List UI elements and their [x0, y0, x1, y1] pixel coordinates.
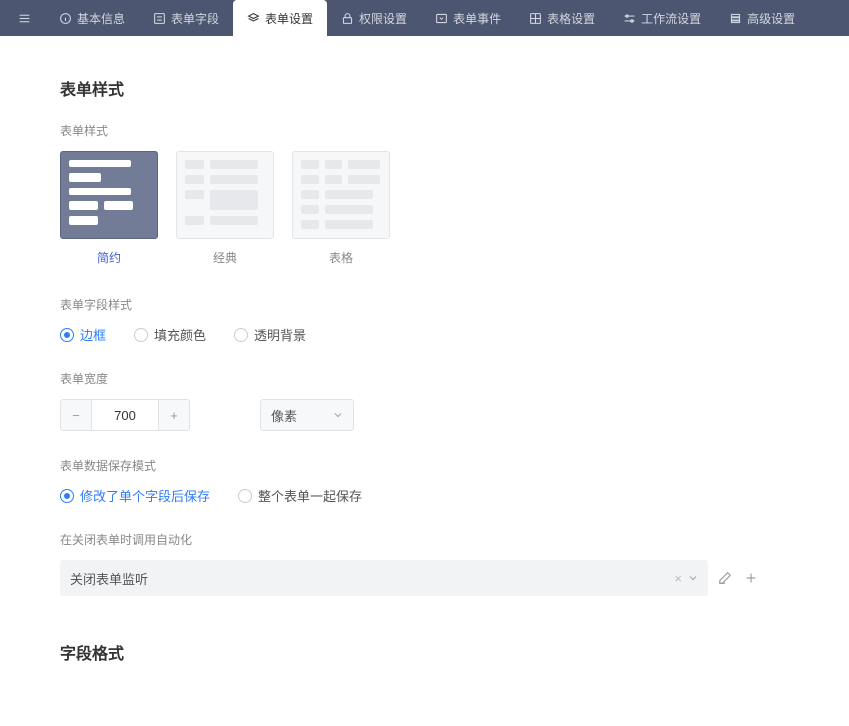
- radio-label: 修改了单个字段后保存: [80, 486, 210, 505]
- automation-select[interactable]: 关闭表单监听 ×: [60, 560, 708, 596]
- plus-icon: [744, 571, 758, 585]
- radio-label: 透明背景: [254, 325, 306, 344]
- radio-label: 整个表单一起保存: [258, 486, 362, 505]
- style-option-classic[interactable]: 经典: [176, 151, 274, 266]
- layers-icon: [247, 12, 260, 25]
- step-decrease[interactable]: −: [61, 400, 91, 430]
- clear-icon[interactable]: ×: [674, 571, 682, 586]
- tab-advanced-settings[interactable]: 高级设置: [715, 0, 809, 36]
- label-form-width: 表单宽度: [60, 370, 760, 387]
- radio-label: 填充颜色: [154, 325, 206, 344]
- style-label-simple: 简约: [97, 249, 121, 266]
- preview-table: [292, 151, 390, 239]
- tab-label: 工作流设置: [641, 10, 701, 27]
- top-tab-bar: 基本信息 表单字段 表单设置 权限设置 表单事件 表格设置 工作流设置 高级设置: [0, 0, 849, 36]
- tab-label: 表格设置: [547, 10, 595, 27]
- select-value: 像素: [271, 406, 297, 425]
- radio-transparent[interactable]: 透明背景: [234, 325, 306, 344]
- content-area: 表单样式 表单样式 简约 经典: [0, 36, 820, 726]
- save-mode-radios: 修改了单个字段后保存 整个表单一起保存: [60, 486, 760, 505]
- tab-basic-info[interactable]: 基本信息: [45, 0, 139, 36]
- section-title-field-format: 字段格式: [60, 640, 760, 664]
- radio-icon: [60, 328, 74, 342]
- tab-workflow-settings[interactable]: 工作流设置: [609, 0, 715, 36]
- tab-form-settings[interactable]: 表单设置: [233, 0, 327, 36]
- automation-value: 关闭表单监听: [70, 569, 148, 588]
- tab-form-fields[interactable]: 表单字段: [139, 0, 233, 36]
- label-automation: 在关闭表单时调用自动化: [60, 531, 760, 548]
- radio-save-whole[interactable]: 整个表单一起保存: [238, 486, 362, 505]
- lock-icon: [341, 12, 354, 25]
- style-option-table[interactable]: 表格: [292, 151, 390, 266]
- style-label-classic: 经典: [213, 249, 237, 266]
- stack-icon: [729, 12, 742, 25]
- tab-permissions[interactable]: 权限设置: [327, 0, 421, 36]
- radio-label: 边框: [80, 325, 106, 344]
- section-title-form-style: 表单样式: [60, 76, 760, 100]
- style-label-table: 表格: [329, 249, 353, 266]
- add-automation-button[interactable]: [742, 569, 760, 587]
- tab-label: 权限设置: [359, 10, 407, 27]
- automation-row: 关闭表单监听 ×: [60, 560, 760, 596]
- preview-simple: [60, 151, 158, 239]
- style-option-simple[interactable]: 简约: [60, 151, 158, 266]
- radio-icon: [234, 328, 248, 342]
- preview-classic: [176, 151, 274, 239]
- radio-border[interactable]: 边框: [60, 325, 106, 344]
- event-icon: [435, 12, 448, 25]
- width-unit-select[interactable]: 像素: [260, 399, 354, 431]
- tab-label: 表单事件: [453, 10, 501, 27]
- menu-toggle[interactable]: [4, 0, 45, 36]
- tab-label: 表单设置: [265, 10, 313, 27]
- chevron-down-icon: [333, 410, 343, 420]
- label-field-style: 表单字段样式: [60, 296, 760, 313]
- style-options: 简约 经典 表格: [60, 151, 760, 266]
- width-stepper: − 700 +: [60, 399, 190, 431]
- radio-save-single[interactable]: 修改了单个字段后保存: [60, 486, 210, 505]
- label-save-mode: 表单数据保存模式: [60, 457, 760, 474]
- radio-icon: [134, 328, 148, 342]
- chevron-down-icon[interactable]: [688, 573, 698, 583]
- width-row: − 700 + 像素: [60, 399, 760, 431]
- grid-icon: [529, 12, 542, 25]
- automation-controls: ×: [674, 571, 698, 586]
- tab-label: 表单字段: [171, 10, 219, 27]
- tab-label: 基本信息: [77, 10, 125, 27]
- step-increase[interactable]: +: [159, 400, 189, 430]
- step-value[interactable]: 700: [91, 400, 159, 430]
- list-icon: [153, 12, 166, 25]
- flow-icon: [623, 12, 636, 25]
- tab-form-events[interactable]: 表单事件: [421, 0, 515, 36]
- radio-icon: [60, 489, 74, 503]
- info-icon: [59, 12, 72, 25]
- field-style-radios: 边框 填充颜色 透明背景: [60, 325, 760, 344]
- pencil-icon: [718, 571, 732, 585]
- tab-table-settings[interactable]: 表格设置: [515, 0, 609, 36]
- edit-automation-button[interactable]: [716, 569, 734, 587]
- radio-fill[interactable]: 填充颜色: [134, 325, 206, 344]
- radio-icon: [238, 489, 252, 503]
- label-form-style: 表单样式: [60, 122, 760, 139]
- tab-label: 高级设置: [747, 10, 795, 27]
